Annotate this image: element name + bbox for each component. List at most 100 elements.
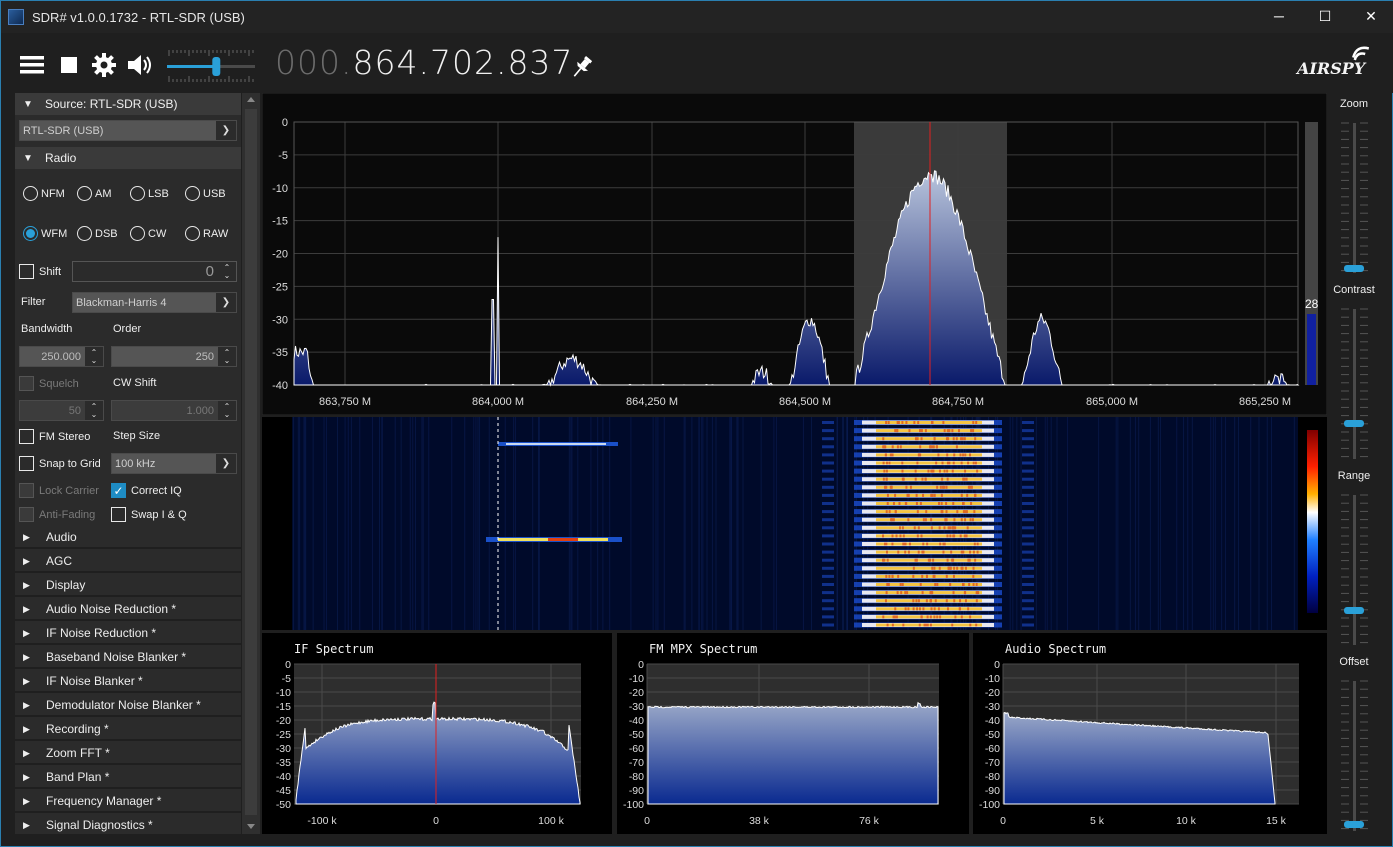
waterfall-hot-pixel — [938, 526, 941, 530]
settings-scrollbar[interactable] — [242, 93, 260, 834]
noise-column — [1134, 417, 1136, 630]
speaker-icon[interactable] — [125, 51, 155, 79]
shift-checkbox[interactable]: Shift — [19, 264, 61, 279]
waterfall-row-yellow — [876, 429, 982, 433]
volume-slider[interactable] — [165, 46, 259, 86]
waterfall-hot-pixel — [929, 558, 932, 562]
cw-shift-input[interactable]: 1.000 ⌃ ⌄ — [111, 400, 237, 421]
waterfall-hot-pixel — [946, 558, 949, 562]
section-demodulator-noise-blanker[interactable]: ▶ Demodulator Noise Blanker * — [15, 695, 241, 717]
anti-fading-checkbox[interactable]: Anti-Fading — [19, 507, 95, 522]
source-device-select[interactable]: RTL-SDR (USB) ❯ — [19, 120, 237, 141]
section-recording[interactable]: ▶ Recording * — [15, 719, 241, 741]
noise-column — [477, 417, 479, 630]
snap-to-grid-checkbox[interactable]: Snap to Grid — [19, 456, 101, 471]
waterfall-hot-pixel — [920, 615, 923, 619]
source-section-header[interactable]: ▼ Source: RTL-SDR (USB) — [15, 93, 241, 115]
section-if-noise-reduction[interactable]: ▶ IF Noise Reduction * — [15, 623, 241, 645]
swap-iq-checkbox[interactable]: Swap I & Q — [111, 507, 187, 522]
spin-arrows-icon[interactable]: ⌃ ⌄ — [218, 262, 236, 281]
mode-radio-cw[interactable]: CW — [130, 226, 166, 241]
spin-arrows-icon[interactable]: ⌃ ⌄ — [85, 347, 103, 366]
waterfall-display[interactable] — [262, 417, 1327, 630]
waterfall-hot-pixel — [883, 469, 886, 473]
waterfall-hot-pixel — [933, 437, 936, 441]
waterfall-hot-pixel — [943, 542, 946, 546]
audio-spectrum-panel[interactable]: Audio Spectrum 0 -10 -20 -30 -40 -50 -60 -70 -80… — [973, 633, 1327, 834]
checkbox-box — [19, 456, 34, 471]
mode-radio-raw[interactable]: RAW — [185, 226, 228, 241]
waterfall-sideband — [822, 429, 834, 433]
noise-column — [597, 417, 599, 630]
order-input[interactable]: 250 ⌃ ⌄ — [111, 346, 237, 367]
section-if-noise-blanker[interactable]: ▶ IF Noise Blanker * — [15, 671, 241, 693]
step-size-select[interactable]: 100 kHz ❯ — [111, 453, 237, 474]
menu-icon[interactable] — [17, 51, 47, 79]
waterfall-hot-pixel — [914, 469, 917, 473]
mode-radio-nfm[interactable]: NFM — [23, 186, 65, 201]
section-audio[interactable]: ▶ Audio — [15, 527, 241, 549]
pin-icon[interactable] — [567, 53, 597, 81]
section-label: Frequency Manager * — [46, 794, 162, 808]
mode-radio-wfm[interactable]: WFM — [23, 226, 67, 241]
waterfall-hot-pixel — [975, 591, 978, 595]
fm-stereo-checkbox[interactable]: FM Stereo — [19, 429, 90, 444]
slider-knob[interactable] — [1344, 420, 1364, 427]
spin-arrows-icon[interactable]: ⌃ ⌄ — [218, 347, 236, 366]
volume-knob[interactable] — [212, 57, 221, 76]
waterfall-hot-pixel — [946, 469, 949, 473]
shift-input[interactable]: 0 ⌃ ⌄ — [72, 261, 237, 282]
slider-knob[interactable] — [1344, 265, 1364, 272]
section-zoom-fft[interactable]: ▶ Zoom FFT * — [15, 743, 241, 765]
waterfall-hot-pixel — [896, 429, 899, 433]
fm-mpx-spectrum-panel[interactable]: FM MPX Spectrum 0 -10 -20 -30 -40 -50 -60 -70 -8… — [617, 633, 969, 834]
mode-radio-am[interactable]: AM — [77, 186, 112, 201]
expand-triangle-icon: ▶ — [23, 723, 30, 734]
if-spectrum-panel[interactable]: IF Spectrum 0 -5 -10 -15 -20 -25 -30 -35 -40 -45 -… — [262, 633, 612, 834]
waterfall-hot-pixel — [917, 453, 920, 457]
section-agc[interactable]: ▶ AGC — [15, 551, 241, 573]
spin-arrows-icon[interactable]: ⌃ ⌄ — [85, 401, 103, 420]
expand-triangle-icon: ▶ — [23, 675, 30, 686]
squelch-checkbox[interactable]: Squelch — [19, 376, 79, 391]
mode-radio-dsb[interactable]: DSB — [77, 226, 118, 241]
filter-select[interactable]: Blackman-Harris 4 ❯ — [72, 292, 237, 313]
toolbar: 000.864.702.837 AIRSPY — [1, 33, 1393, 93]
section-signal-diagnostics[interactable]: ▶ Signal Diagnostics * — [15, 815, 241, 834]
bandwidth-input[interactable]: 250.000 ⌃ ⌄ — [19, 346, 104, 367]
squelch-input[interactable]: 50 ⌃ ⌄ — [19, 400, 104, 421]
frequency-display[interactable]: 000.864.702.837 — [275, 43, 573, 82]
waterfall-hot-pixel — [898, 502, 901, 505]
main-spectrum-panel[interactable]: 0 -5 -10 -15 -20 -25 -30 -35 -40 863,750 M 864,000… — [261, 92, 1328, 416]
section-frequency-manager[interactable]: ▶ Frequency Manager * — [15, 791, 241, 813]
waterfall-row-yellow — [876, 421, 982, 424]
radio-section-header[interactable]: ▼ Radio — [15, 147, 241, 169]
close-button[interactable]: ✕ — [1348, 1, 1393, 31]
waterfall-sideband — [1022, 429, 1034, 433]
slider-knob[interactable] — [1344, 821, 1364, 828]
waterfall-hot-pixel — [945, 485, 948, 489]
section-band-plan[interactable]: ▶ Band Plan * — [15, 767, 241, 789]
slider-knob[interactable] — [1344, 607, 1364, 614]
noise-column — [609, 417, 611, 630]
noise-column — [773, 417, 775, 630]
waterfall-hot-pixel — [953, 599, 956, 603]
section-display[interactable]: ▶ Display — [15, 575, 241, 597]
minimize-button[interactable]: ─ — [1256, 1, 1302, 31]
maximize-button[interactable]: ☐ — [1302, 1, 1348, 31]
correct-iq-checkbox[interactable]: ✓ Correct IQ — [111, 483, 182, 498]
lock-carrier-checkbox[interactable]: Lock Carrier — [19, 483, 99, 498]
section-audio-noise-reduction[interactable]: ▶ Audio Noise Reduction * — [15, 599, 241, 621]
waterfall-sideband — [822, 477, 834, 481]
gear-icon[interactable] — [89, 51, 119, 79]
spin-arrows-icon[interactable]: ⌃ ⌄ — [218, 401, 236, 420]
stop-icon[interactable] — [54, 51, 84, 79]
mode-radio-usb[interactable]: USB — [185, 186, 226, 201]
waterfall-row-yellow — [876, 550, 982, 554]
waterfall-hot-pixel — [922, 542, 925, 546]
waterfall-hot-pixel — [933, 615, 936, 619]
mode-radio-lsb[interactable]: LSB — [130, 186, 169, 201]
section-baseband-noise-blanker[interactable]: ▶ Baseband Noise Blanker * — [15, 647, 241, 669]
app-icon — [8, 9, 24, 25]
waterfall-hot-pixel — [974, 461, 977, 465]
